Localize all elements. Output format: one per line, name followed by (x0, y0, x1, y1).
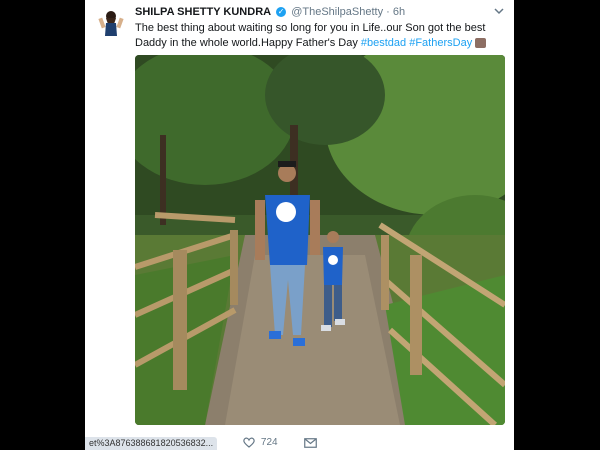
hashtag-bestdad[interactable]: #bestdad (361, 37, 406, 49)
heart-icon (243, 437, 255, 448)
author-handle[interactable]: @TheShilpaShetty (291, 6, 383, 18)
verified-badge-icon: ✓ (276, 7, 287, 18)
left-black-bar (0, 0, 85, 450)
tweet-text: The best thing about waiting so long for… (135, 21, 495, 51)
tweet-card: SHILPA SHETTY KUNDRA ✓ @TheShilpaShetty … (85, 0, 514, 450)
envelope-icon (304, 438, 318, 448)
message-button[interactable] (304, 438, 323, 448)
separator-dot: · (386, 6, 390, 18)
emoji-icon (475, 38, 487, 49)
author-name[interactable]: SHILPA SHETTY KUNDRA (135, 6, 271, 18)
browser-status-bar: et%3A876388681820536832... (85, 437, 218, 450)
like-button[interactable]: 724 (243, 437, 278, 448)
tweet-photo[interactable] (135, 55, 505, 425)
hashtag-fathersday[interactable]: #FathersDay (409, 37, 472, 49)
chevron-down-icon[interactable] (494, 6, 504, 18)
right-black-bar (514, 0, 600, 450)
avatar[interactable] (95, 6, 127, 38)
timestamp[interactable]: 6h (393, 6, 405, 18)
tweet-header: SHILPA SHETTY KUNDRA ✓ @TheShilpaShetty … (135, 6, 405, 18)
like-count: 724 (260, 437, 278, 448)
